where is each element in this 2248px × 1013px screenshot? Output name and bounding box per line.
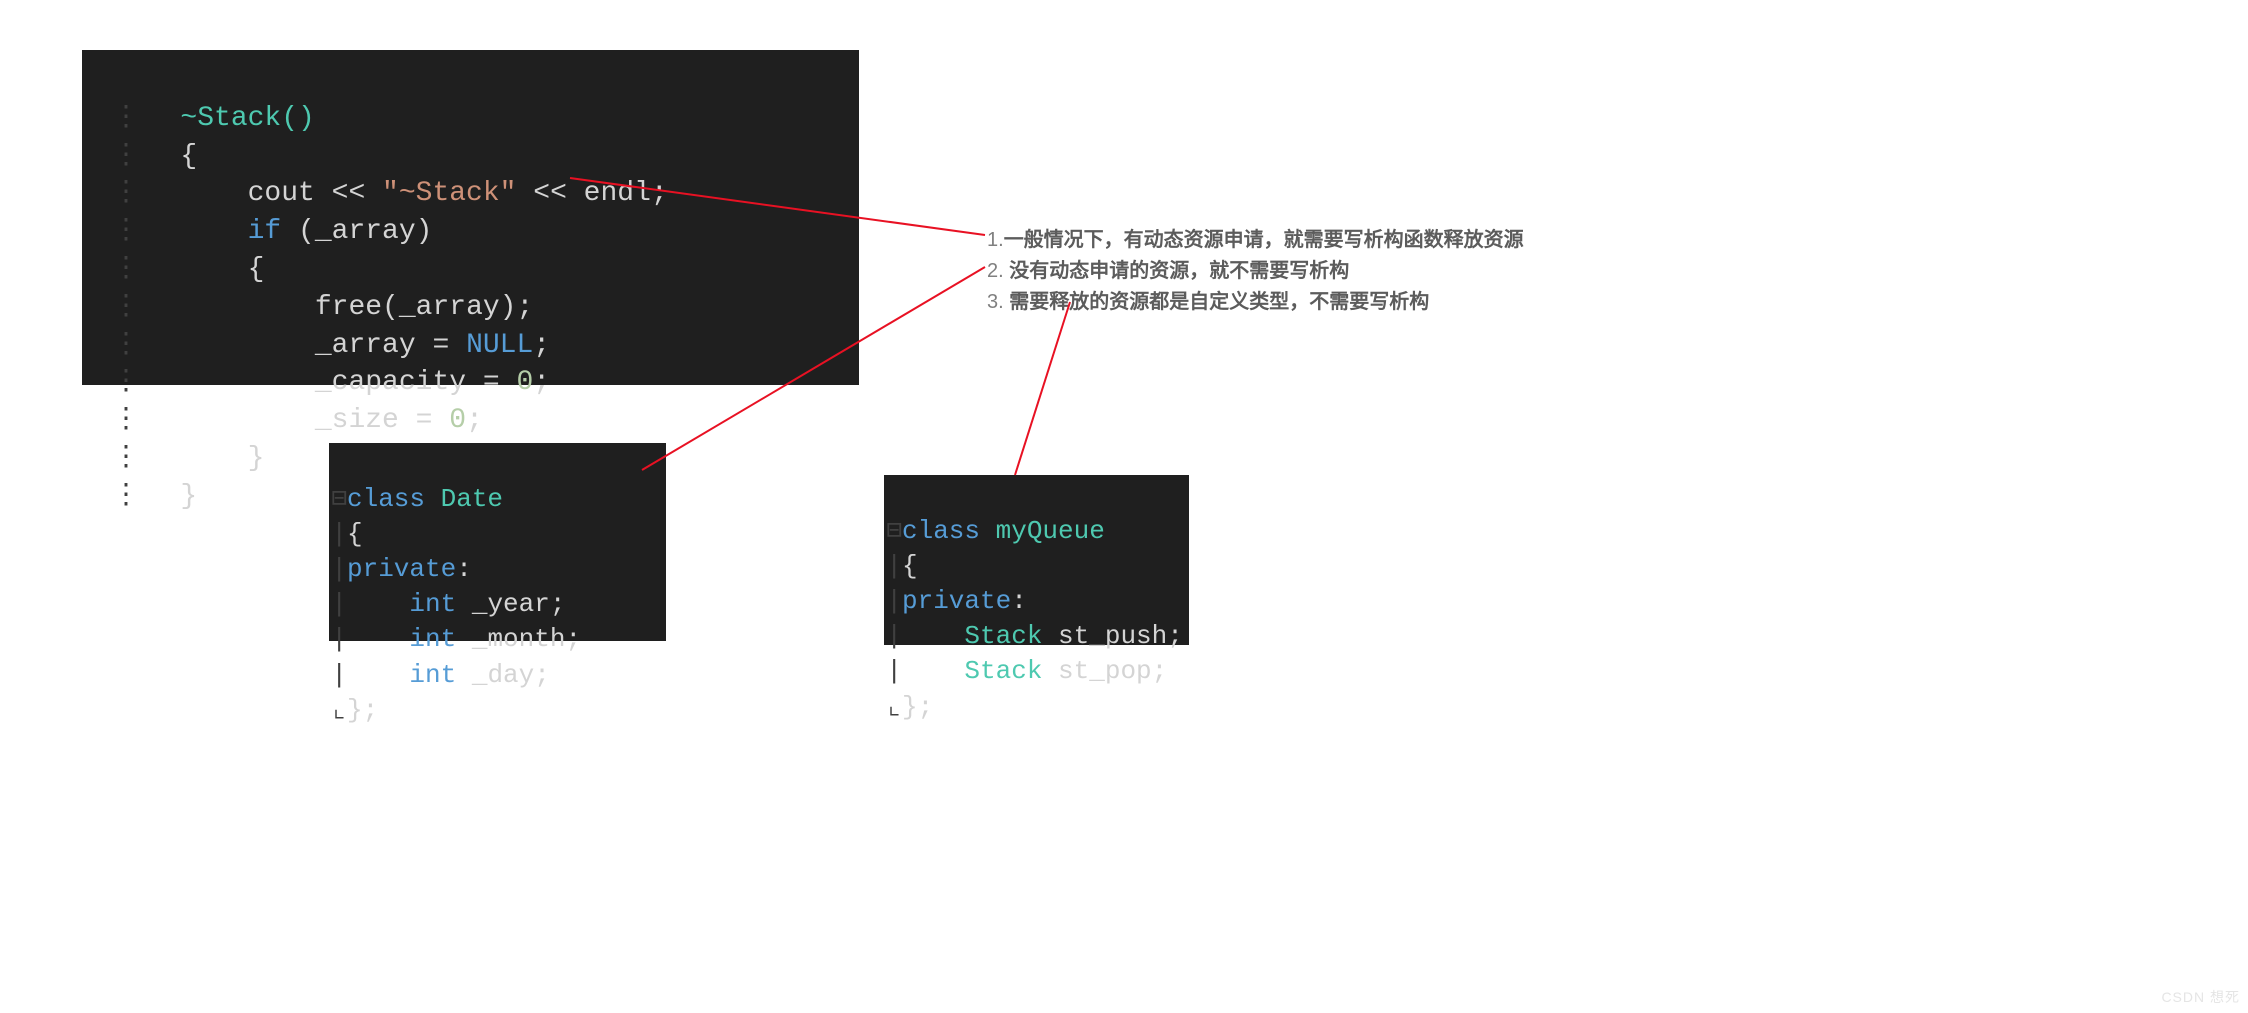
- code-text: _array =: [315, 330, 466, 361]
- note-text: 一般情况下，有动态资源申请，就需要写析构函数释放资源: [1004, 229, 1524, 251]
- code-text: }: [248, 443, 265, 474]
- code-text: << endl;: [516, 178, 667, 209]
- code-null: NULL: [466, 330, 533, 361]
- code-text: _year;: [456, 589, 565, 619]
- watermark: CSDN 想死: [2161, 987, 2240, 1007]
- code-text: {: [248, 254, 265, 285]
- code-block-myqueue-class: ⊟class myQueue |{ |private: | Stack st_p…: [884, 475, 1189, 645]
- code-type: int: [409, 589, 456, 619]
- code-text: free(_array);: [315, 292, 533, 323]
- code-text: ;: [466, 405, 483, 436]
- code-number: 0: [516, 367, 533, 398]
- note-number: 1.: [987, 229, 1004, 251]
- code-keyword: private: [347, 554, 456, 584]
- code-text: (_array): [281, 216, 432, 247]
- code-type: Stack: [964, 656, 1042, 686]
- code-text: {: [180, 141, 197, 172]
- note-item-3: 3. 需要释放的资源都是自定义类型，不需要写析构: [987, 287, 1524, 318]
- code-text: {: [902, 551, 918, 581]
- code-block-date-class: ⊟class Date |{ |private: | int _year; | …: [329, 443, 666, 641]
- note-text: 需要释放的资源都是自定义类型，不需要写析构: [1004, 291, 1430, 313]
- code-type: int: [409, 660, 456, 690]
- code-keyword: if: [248, 216, 282, 247]
- code-text: _month;: [456, 624, 581, 654]
- code-text: {: [347, 519, 363, 549]
- code-text: };: [347, 695, 378, 725]
- code-text: _capacity =: [315, 367, 517, 398]
- annotation-notes: 1.一般情况下，有动态资源申请，就需要写析构函数释放资源 2. 没有动态申请的资…: [987, 225, 1524, 318]
- code-type: int: [409, 624, 456, 654]
- code-keyword: class: [347, 484, 425, 514]
- code-keyword: private: [902, 586, 1011, 616]
- note-number: 3.: [987, 291, 1004, 313]
- code-type: Stack: [964, 621, 1042, 651]
- note-number: 2.: [987, 260, 1004, 282]
- code-text: :: [456, 554, 472, 584]
- code-text: ;: [533, 330, 550, 361]
- code-text: st_push;: [1042, 621, 1182, 651]
- code-text: _size =: [315, 405, 449, 436]
- code-type: myQueue: [996, 516, 1105, 546]
- note-text: 没有动态申请的资源，就不需要写析构: [1004, 260, 1350, 282]
- code-text: ;: [533, 367, 550, 398]
- code-keyword: class: [902, 516, 980, 546]
- note-item-1: 1.一般情况下，有动态资源申请，就需要写析构函数释放资源: [987, 225, 1524, 256]
- code-block-stack-destructor: ⋮ ~Stack() ⋮ { ⋮ cout << "~Stack" << end…: [82, 50, 859, 385]
- code-text: }: [180, 481, 197, 512]
- code-ident: ~Stack(): [180, 103, 314, 134]
- code-text: cout <<: [248, 178, 382, 209]
- code-text: };: [902, 692, 933, 722]
- code-text: :: [1011, 586, 1027, 616]
- arrow-line-3: [1015, 302, 1070, 475]
- code-string: "~Stack": [382, 178, 516, 209]
- code-type: Date: [441, 484, 503, 514]
- code-text: st_pop;: [1042, 656, 1167, 686]
- code-text: _day;: [456, 660, 550, 690]
- code-number: 0: [449, 405, 466, 436]
- note-item-2: 2. 没有动态申请的资源，就不需要写析构: [987, 256, 1524, 287]
